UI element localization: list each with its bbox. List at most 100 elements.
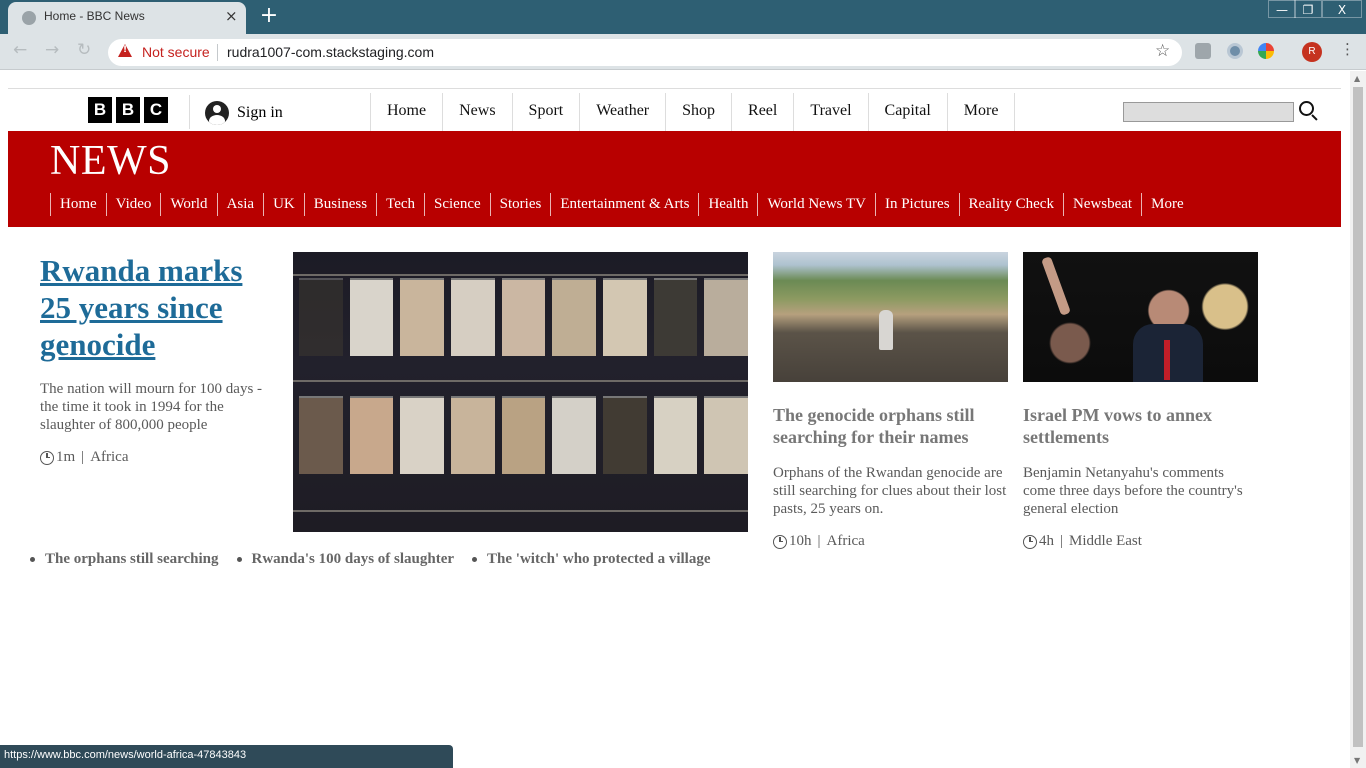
status-bar: https://www.bbc.com/news/world-africa-47… [0, 745, 453, 768]
extension-cube-icon[interactable] [1195, 43, 1211, 59]
close-tab-icon[interactable]: × [225, 7, 238, 25]
new-tab-button[interactable]: + [256, 5, 282, 29]
extension-color-icon[interactable] [1258, 43, 1274, 59]
topnav-capital[interactable]: Capital [867, 93, 947, 131]
memorial-photo [653, 278, 698, 356]
browser-tab[interactable]: Home - BBC News × [8, 2, 246, 34]
memorial-photo [400, 396, 445, 474]
bbc-top-nav: Home News Sport Weather Shop Reel Travel… [370, 93, 1016, 131]
forward-button[interactable]: → [45, 40, 59, 60]
bullet-icon [236, 557, 242, 562]
signin-link[interactable]: Sign in [205, 101, 283, 125]
photo-wire [293, 380, 748, 382]
reload-button[interactable]: ↻ [77, 40, 91, 60]
lead-headline[interactable]: Rwanda marks 25 years since genocide [40, 253, 242, 362]
topnav-home[interactable]: Home [370, 93, 442, 131]
related-links: The orphans still searching Rwanda's 100… [30, 551, 711, 568]
news-nav-newsbeat[interactable]: Newsbeat [1062, 193, 1141, 216]
lead-story-image[interactable] [293, 252, 748, 532]
memorial-photo [552, 396, 597, 474]
topnav-reel[interactable]: Reel [731, 93, 793, 131]
lead-section-link[interactable]: Africa [90, 449, 128, 466]
minimize-button[interactable]: — [1268, 0, 1296, 18]
memorial-photo [603, 396, 647, 474]
maximize-button[interactable]: ❐ [1294, 0, 1322, 18]
news-nav-more[interactable]: More [1141, 193, 1193, 216]
story-image[interactable] [773, 252, 1008, 382]
security-indicator[interactable]: Not secure [142, 44, 210, 60]
news-nav-tech[interactable]: Tech [376, 193, 424, 216]
news-nav-in-pictures[interactable]: In Pictures [874, 193, 959, 216]
tie-shape [1164, 340, 1170, 380]
clock-icon [1023, 534, 1037, 549]
topnav-travel[interactable]: Travel [793, 93, 867, 131]
user-icon [205, 101, 229, 125]
story-card: Israel PM vows to annex settlements Benj… [1023, 252, 1258, 550]
story-summary: Orphans of the Rwandan genocide are stil… [773, 465, 1007, 517]
bookmark-star-icon[interactable]: ☆ [1155, 41, 1170, 61]
logo-letter: C [144, 97, 168, 123]
story-headline[interactable]: Israel PM vows to annex settlements [1023, 404, 1258, 448]
news-nav-uk[interactable]: UK [263, 193, 304, 216]
photo-row [293, 278, 748, 366]
related-link[interactable]: The orphans still searching [30, 551, 219, 568]
back-button[interactable]: ← [13, 40, 27, 60]
topnav-shop[interactable]: Shop [665, 93, 731, 131]
story-headline[interactable]: The genocide orphans still searching for… [773, 404, 1008, 448]
kebab-menu-icon[interactable]: ⋮ [1340, 40, 1355, 58]
photo-row [293, 396, 748, 484]
meta-separator: | [1060, 533, 1064, 549]
topnav-more[interactable]: More [946, 93, 1016, 131]
news-nav-science[interactable]: Science [424, 193, 490, 216]
memorial-photo [501, 278, 546, 356]
related-link[interactable]: The 'witch' who protected a village [472, 551, 711, 568]
search-icon[interactable] [1299, 101, 1314, 116]
topnav-weather[interactable]: Weather [579, 93, 665, 131]
profile-avatar[interactable]: R [1302, 42, 1322, 62]
lead-story: Rwanda marks 25 years since genocide The… [40, 252, 270, 466]
news-nav-video[interactable]: Video [105, 193, 161, 216]
story-section-link[interactable]: Africa [827, 533, 865, 550]
news-nav-business[interactable]: Business [303, 193, 376, 216]
topnav-sport[interactable]: Sport [511, 93, 580, 131]
story-time: 4h [1039, 533, 1054, 549]
story-image[interactable] [1023, 252, 1258, 382]
logo-letter: B [116, 97, 140, 123]
news-nav-home[interactable]: Home [50, 193, 106, 216]
url-text[interactable]: rudra1007-com.stackstaging.com [227, 44, 434, 60]
page-viewport: B B C Sign in Home News Sport Weather Sh… [0, 71, 1350, 768]
news-nav-world-news-tv[interactable]: World News TV [757, 193, 875, 216]
memorial-photo [451, 396, 495, 474]
bullet-icon [472, 557, 478, 562]
scroll-up-icon[interactable]: ▲ [1354, 74, 1360, 83]
vertical-scrollbar[interactable]: ▲ ▼ [1350, 71, 1366, 768]
topnav-news[interactable]: News [442, 93, 511, 131]
scroll-thumb[interactable] [1353, 87, 1363, 747]
omnibox-divider [217, 44, 218, 61]
address-bar[interactable]: Not secure rudra1007-com.stackstaging.co… [108, 39, 1182, 66]
story-section-link[interactable]: Middle East [1069, 533, 1142, 550]
memorial-photo [704, 278, 748, 356]
search-input[interactable] [1123, 102, 1294, 122]
story-card: The genocide orphans still searching for… [773, 252, 1008, 550]
meta-separator: | [817, 533, 821, 549]
lead-summary: The nation will mourn for 100 days - the… [40, 381, 263, 433]
news-nav-reality-check[interactable]: Reality Check [958, 193, 1063, 216]
memorial-photo [653, 396, 698, 474]
close-window-button[interactable]: X [1322, 0, 1362, 18]
lead-meta: 1m | Africa [40, 449, 270, 466]
bbc-logo[interactable]: B B C [88, 97, 168, 123]
related-link-label: The orphans still searching [45, 551, 219, 567]
news-nav-asia[interactable]: Asia [216, 193, 264, 216]
news-nav-world[interactable]: World [160, 193, 216, 216]
related-link[interactable]: Rwanda's 100 days of slaughter [236, 551, 454, 568]
memorial-photo [349, 396, 394, 474]
extension-circle-icon[interactable] [1227, 43, 1243, 59]
news-title[interactable]: NEWS [50, 137, 171, 185]
globe-icon [22, 11, 36, 25]
news-nav-stories[interactable]: Stories [489, 193, 551, 216]
scroll-down-icon[interactable]: ▼ [1354, 756, 1360, 765]
news-nav-health[interactable]: Health [698, 193, 757, 216]
memorial-photo [501, 396, 546, 474]
news-nav-entertainment[interactable]: Entertainment & Arts [550, 193, 698, 216]
